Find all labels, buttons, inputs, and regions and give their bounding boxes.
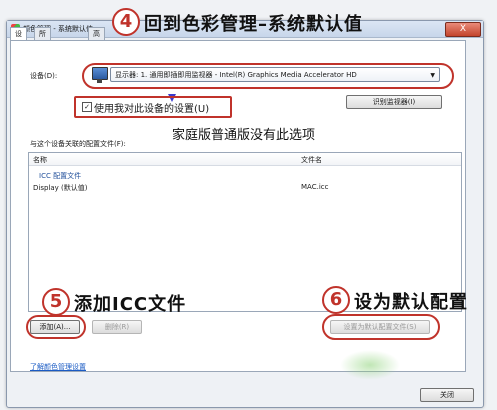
highlight-use-settings: [74, 96, 232, 118]
device-label: 设备(D):: [30, 72, 58, 80]
column-header-name[interactable]: 名称: [33, 155, 47, 165]
step-5-badge: 5: [42, 288, 70, 316]
step-6-badge: 6: [322, 286, 350, 314]
highlight-device-select: [82, 63, 454, 89]
edition-note: 家庭版普通版没有此选项: [172, 128, 316, 143]
tab-devices[interactable]: 设备: [10, 27, 27, 50]
highlight-set-default: [322, 314, 440, 340]
window-close-button[interactable]: X: [445, 22, 481, 37]
tab-all-profiles[interactable]: 所有配置文件: [34, 27, 51, 98]
profile-name: Display (默认值): [33, 184, 88, 192]
watermark-blob: [340, 350, 400, 380]
highlight-add-button: [26, 315, 86, 339]
list-header: 名称 文件名: [29, 153, 461, 166]
learn-color-settings-link[interactable]: 了解颜色管理设置: [30, 362, 86, 372]
profiles-section-label: 与这个设备关联的配置文件(F):: [30, 140, 126, 148]
step-4-badge: 4: [112, 8, 140, 36]
step-6-text: 设为默认配置: [354, 292, 468, 313]
identify-monitors-button[interactable]: 识别监视器(I): [346, 95, 442, 109]
column-header-filename[interactable]: 文件名: [301, 155, 322, 165]
remove-button[interactable]: 删除(R): [92, 320, 142, 334]
close-button[interactable]: 关闭: [420, 388, 474, 402]
profile-filename: MAC.icc: [301, 183, 329, 191]
step-5-text: 添加ICC文件: [74, 294, 187, 315]
step-4-text: 回到色彩管理–系统默认值: [144, 14, 363, 35]
profile-group-label: ICC 配置文件: [39, 172, 82, 180]
tab-advanced[interactable]: 高级: [88, 27, 105, 50]
